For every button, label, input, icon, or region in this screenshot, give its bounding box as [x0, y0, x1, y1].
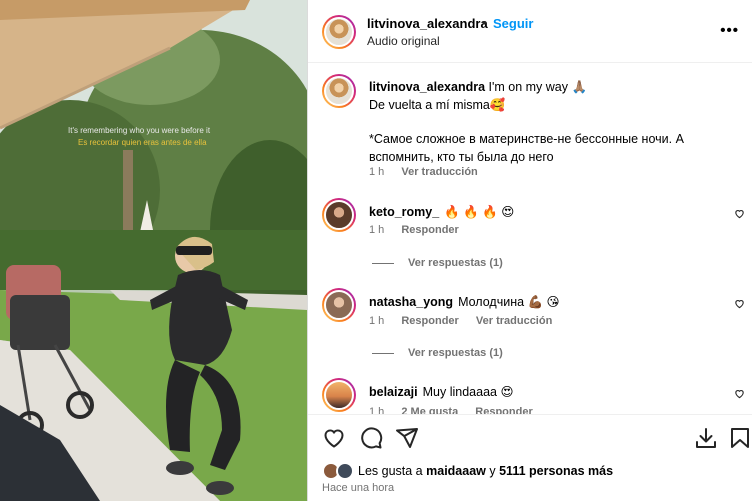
- caption-username[interactable]: litvinova_alexandra: [369, 80, 485, 94]
- likes-count-link[interactable]: 5111 personas más: [499, 464, 613, 478]
- caption-text: litvinova_alexandra I'm on my way 🙏🏽 De …: [369, 78, 739, 166]
- comment-username[interactable]: keto_romy_: [369, 205, 439, 219]
- bookmark-icon[interactable]: [728, 426, 752, 450]
- comment-reply-link[interactable]: Responder: [475, 406, 532, 414]
- comment-translate-link[interactable]: Ver traducción: [476, 315, 552, 327]
- video-caption-english: It's remembering who you were before it: [68, 126, 211, 135]
- caption-line-3: *Самое сложное в материнстве-не бессонны…: [369, 132, 684, 164]
- likes-middle: y: [489, 464, 496, 478]
- comment-like-heart-icon[interactable]: [734, 208, 745, 219]
- view-replies-link[interactable]: Ver respuestas (1): [372, 257, 503, 269]
- caption-time: 1 h: [369, 166, 385, 178]
- likes-prefix: Les gusta a: [358, 464, 423, 478]
- comment-body: Молодчина 💪🏾 😘: [458, 295, 560, 309]
- post-header: litvinova_alexandra • Seguir Audio origi…: [308, 0, 752, 63]
- post-media[interactable]: It's remembering who you were before it …: [0, 0, 307, 501]
- comment-time: 1 h: [369, 406, 385, 414]
- share-icon[interactable]: [395, 426, 419, 450]
- likes-summary[interactable]: Les gusta a maidaaaw y 5111 personas más: [322, 461, 742, 481]
- comment-reply-link[interactable]: Responder: [401, 224, 458, 236]
- comment-time: 1 h: [369, 224, 385, 236]
- commenter-avatar[interactable]: [322, 198, 356, 232]
- download-icon[interactable]: [694, 426, 718, 450]
- author-avatar[interactable]: [322, 15, 356, 49]
- follow-button[interactable]: Seguir: [493, 16, 533, 31]
- comment-likes-count[interactable]: 2 Me gusta: [401, 406, 458, 414]
- comment-icon[interactable]: [359, 426, 383, 450]
- heart-icon[interactable]: [322, 426, 346, 450]
- post-details-panel: litvinova_alexandra • Seguir Audio origi…: [307, 0, 752, 501]
- comment-body: Muy lindaaaa 😍: [422, 385, 514, 399]
- comment-like-heart-icon[interactable]: [734, 388, 745, 399]
- comment-text: keto_romy_ 🔥 🔥 🔥 😍: [369, 204, 514, 220]
- caption-author-avatar[interactable]: [322, 74, 356, 108]
- view-replies-link[interactable]: Ver respuestas (1): [372, 347, 503, 359]
- audio-label[interactable]: Audio original: [367, 34, 440, 48]
- comment-time: 1 h: [369, 315, 385, 327]
- comment-username[interactable]: belaizaji: [369, 385, 418, 399]
- video-caption-spanish: Es recordar quien eras antes de ella: [78, 138, 207, 147]
- view-replies-label[interactable]: Ver respuestas (1): [408, 347, 503, 359]
- more-options-icon[interactable]: •••: [720, 22, 739, 39]
- post-timestamp[interactable]: Hace una hora: [322, 482, 394, 494]
- comment-text: belaizaji Muy lindaaaa 😍: [369, 384, 514, 399]
- caption-line-2: De vuelta a mí misma🥰: [369, 98, 506, 112]
- comment-meta: 1 h Responder Ver traducción: [369, 315, 566, 327]
- comment-reply-link[interactable]: Responder: [401, 315, 458, 327]
- comment-like-heart-icon[interactable]: [734, 298, 745, 309]
- comment-body: 🔥 🔥 🔥 😍: [444, 205, 515, 219]
- comment-username[interactable]: natasha_yong: [369, 295, 453, 309]
- comment-meta: 1 h Responder: [369, 224, 473, 236]
- liker-avatar[interactable]: [336, 462, 354, 480]
- replies-divider: [372, 262, 394, 264]
- comment-meta: 1 h 2 Me gusta Responder: [369, 406, 547, 414]
- author-username[interactable]: litvinova_alexandra: [367, 16, 488, 31]
- caption-meta: 1 h Ver traducción: [369, 166, 492, 178]
- comments-scroll-area[interactable]: litvinova_alexandra I'm on my way 🙏🏽 De …: [308, 64, 752, 414]
- commenter-avatar[interactable]: [322, 378, 356, 412]
- caption-translate-link[interactable]: Ver traducción: [401, 166, 477, 178]
- replies-divider: [372, 352, 394, 354]
- commenter-avatar[interactable]: [322, 288, 356, 322]
- separator-dot: •: [482, 15, 487, 30]
- comment-text: natasha_yong Молодчина 💪🏾 😘: [369, 294, 560, 310]
- liker-username[interactable]: maidaaaw: [426, 464, 486, 478]
- video-frame: [0, 0, 307, 501]
- post-action-bar: [308, 414, 752, 458]
- view-replies-label[interactable]: Ver respuestas (1): [408, 257, 503, 269]
- caption-line-1: I'm on my way 🙏🏽: [488, 80, 588, 94]
- likes-text: Les gusta a maidaaaw y 5111 personas más: [358, 464, 613, 478]
